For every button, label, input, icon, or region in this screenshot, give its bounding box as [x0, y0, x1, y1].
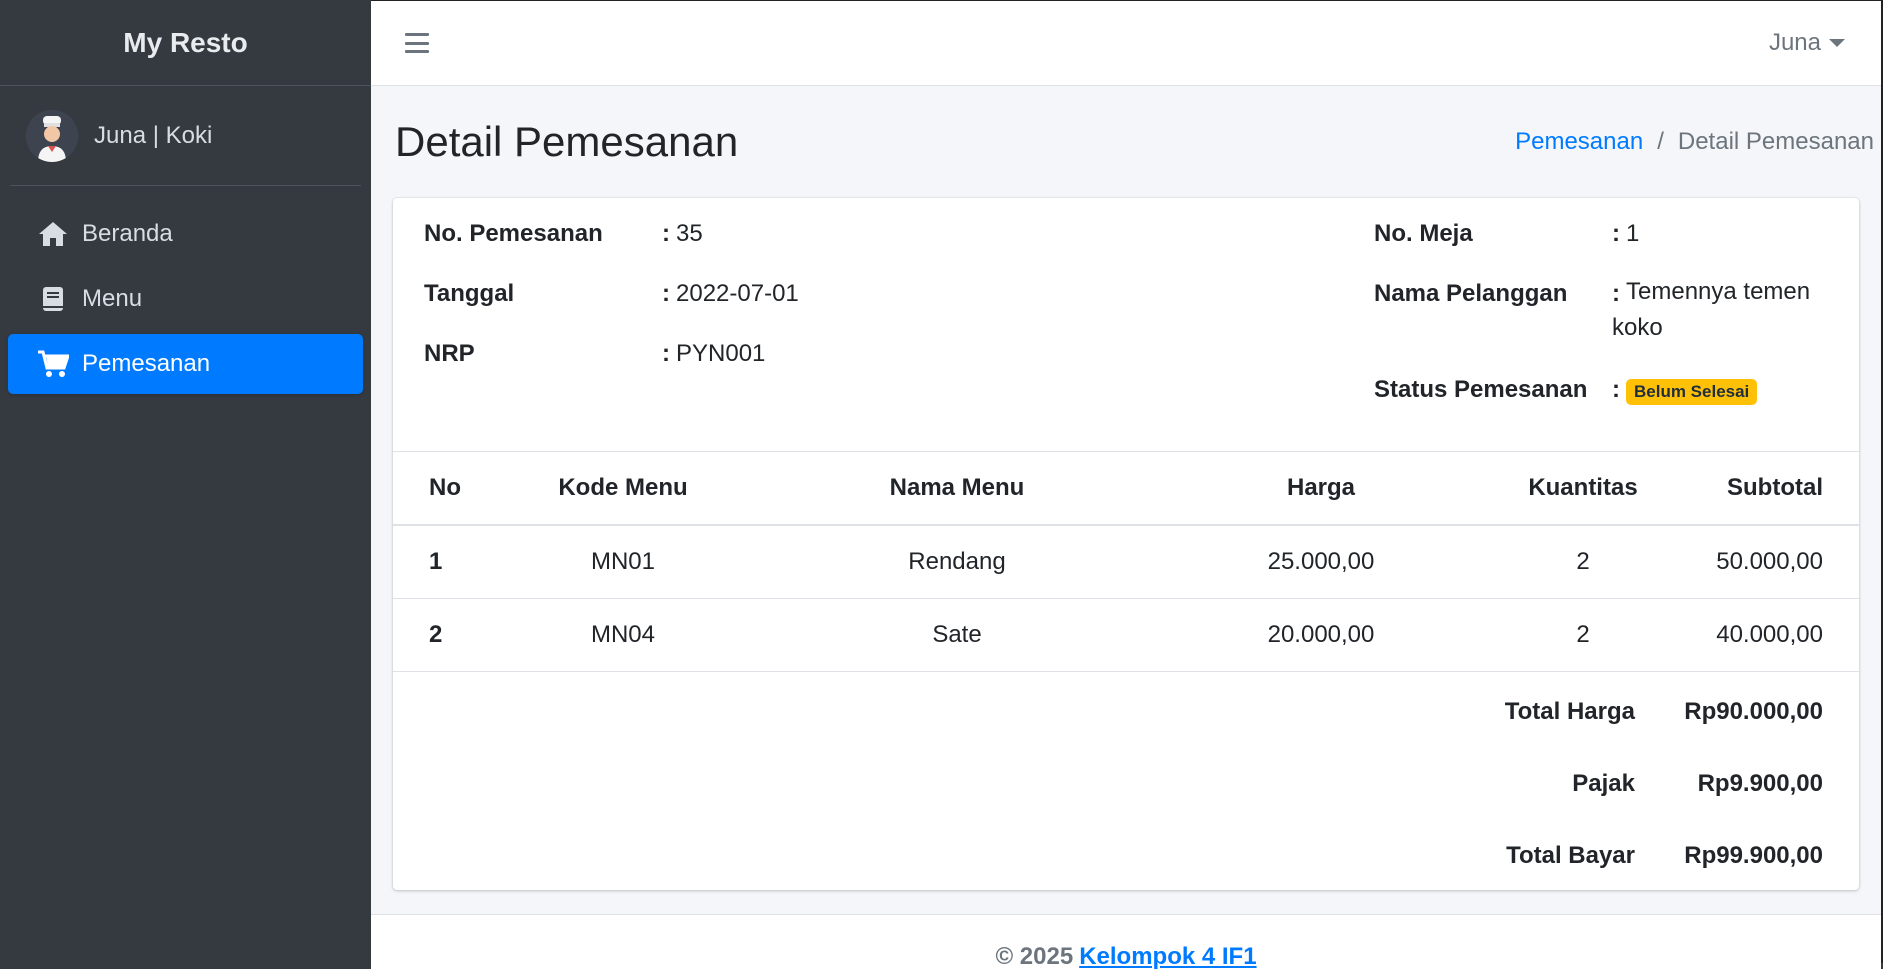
col-header-no: No: [393, 452, 523, 526]
pajak-value: Rp9.900,00: [1697, 769, 1823, 797]
cell-harga: 25.000,00: [1191, 525, 1451, 599]
colon: :: [1612, 376, 1620, 403]
colon: :: [1612, 220, 1620, 247]
table-no-label: No. Meja: [1374, 220, 1473, 247]
breadcrumb-separator: /: [1657, 128, 1664, 155]
order-nrp-value: PYN001: [676, 340, 766, 367]
content-wrapper: Juna Detail Pemesanan Pemesanan / Detail…: [371, 0, 1883, 969]
cell-no: 1: [393, 525, 523, 599]
cell-nama-menu: Sate: [723, 598, 1191, 672]
user-panel: Juna | Koki: [10, 86, 361, 186]
customer-value: Temennya temen koko: [1612, 274, 1811, 346]
table-row: 2 MN04 Sate 20.000,00 2 40.000,00: [393, 598, 1859, 672]
footer: © 2025 Kelompok 4 IF1: [371, 914, 1881, 969]
sidebar-nav: Beranda Menu Pemesanan: [0, 186, 371, 394]
user-dropdown[interactable]: Juna: [1769, 29, 1845, 57]
brand-text: My Resto: [123, 26, 248, 58]
order-date-value: 2022-07-01: [676, 280, 799, 307]
sidebar-item-beranda[interactable]: Beranda: [8, 204, 363, 264]
cell-subtotal: 50.000,00: [1715, 525, 1859, 599]
customer-value-line2: koko: [1612, 314, 1663, 341]
order-detail-card: No. Pemesanan : 35 Tanggal : 2022-07-01 …: [393, 198, 1859, 890]
content-header: Detail Pemesanan Pemesanan / Detail Peme…: [371, 86, 1881, 198]
breadcrumb-link-pemesanan[interactable]: Pemesanan: [1515, 128, 1643, 156]
cell-no: 2: [393, 598, 523, 672]
order-no-row: No. Pemesanan : 35: [424, 220, 703, 248]
table-header-row: No Kode Menu Nama Menu Harga Kuantitas S…: [393, 452, 1859, 526]
cell-harga: 20.000,00: [1191, 598, 1451, 672]
customer-row: Nama Pelanggan : Temennya temen koko: [1374, 278, 1810, 346]
table-no-value: 1: [1626, 220, 1640, 247]
total-harga-label: Total Harga: [1504, 697, 1635, 725]
order-date-label: Tanggal: [424, 280, 515, 307]
breadcrumb: Pemesanan / Detail Pemesanan: [1515, 128, 1874, 156]
cell-nama-menu: Rendang: [723, 525, 1191, 599]
pajak-label: Pajak: [1572, 769, 1635, 797]
colon: :: [662, 220, 670, 247]
top-navbar: Juna: [371, 1, 1881, 86]
breadcrumb-current: Detail Pemesanan: [1677, 128, 1874, 155]
sidebar-item-menu[interactable]: Menu: [8, 269, 363, 329]
footer-team-link[interactable]: Kelompok 4 IF1: [1079, 943, 1256, 969]
customer-label: Nama Pelanggan: [1374, 280, 1568, 307]
caret-down-icon: [1829, 39, 1845, 47]
menu-toggle-icon[interactable]: [405, 33, 429, 53]
col-header-nama-menu: Nama Menu: [723, 452, 1191, 526]
status-row: Status Pemesanan : Belum Selesai: [1374, 376, 1758, 405]
totals-section: Total Harga Rp90.000,00 Pajak Rp9.900,00…: [393, 672, 1859, 892]
sidebar-item-label: Pemesanan: [82, 350, 211, 377]
book-icon: [36, 282, 70, 316]
sidebar: My Resto Juna | Koki Beranda Menu Pemesa…: [0, 0, 371, 969]
page-title: Detail Pemesanan: [395, 118, 739, 165]
total-harga-value: Rp90.000,00: [1684, 697, 1823, 725]
footer-copyright: © 2025: [995, 943, 1074, 969]
total-bayar-label: Total Bayar: [1506, 841, 1635, 869]
cell-subtotal: 40.000,00: [1715, 598, 1859, 672]
cell-kode-menu: MN01: [523, 525, 723, 599]
cell-kuantitas: 2: [1451, 525, 1715, 599]
order-info: No. Pemesanan : 35 Tanggal : 2022-07-01 …: [393, 198, 1859, 452]
pajak-row: Pajak Rp9.900,00: [393, 748, 1859, 820]
status-badge: Belum Selesai: [1626, 379, 1758, 405]
total-harga-row: Total Harga Rp90.000,00: [393, 676, 1859, 748]
sidebar-item-pemesanan[interactable]: Pemesanan: [8, 334, 363, 394]
sidebar-user-name[interactable]: Juna | Koki: [94, 122, 212, 150]
cart-icon: [36, 347, 70, 381]
col-header-harga: Harga: [1191, 452, 1451, 526]
home-icon: [36, 217, 70, 251]
user-dropdown-label: Juna: [1768, 29, 1821, 56]
colon: :: [662, 280, 670, 307]
total-bayar-value: Rp99.900,00: [1684, 841, 1823, 869]
cell-kuantitas: 2: [1451, 598, 1715, 672]
table-no-row: No. Meja : 1: [1374, 220, 1639, 248]
col-header-kode-menu: Kode Menu: [523, 452, 723, 526]
chef-avatar-icon: [26, 109, 78, 162]
sidebar-item-label: Beranda: [82, 220, 173, 247]
col-header-subtotal: Subtotal: [1715, 452, 1859, 526]
colon: :: [662, 340, 670, 367]
order-items-table: No Kode Menu Nama Menu Harga Kuantitas S…: [393, 452, 1859, 672]
order-nrp-row: NRP : PYN001: [424, 340, 765, 368]
brand-link[interactable]: My Resto: [0, 0, 371, 86]
order-date-row: Tanggal : 2022-07-01: [424, 280, 799, 308]
table-row: 1 MN01 Rendang 25.000,00 2 50.000,00: [393, 525, 1859, 599]
order-nrp-label: NRP: [424, 340, 475, 367]
order-no-label: No. Pemesanan: [424, 220, 603, 247]
cell-kode-menu: MN04: [523, 598, 723, 672]
customer-value-line1: Temennya temen: [1626, 278, 1811, 305]
sidebar-item-label: Menu: [82, 285, 143, 312]
status-label: Status Pemesanan: [1374, 376, 1588, 403]
order-no-value: 35: [676, 220, 703, 247]
total-bayar-row: Total Bayar Rp99.900,00: [393, 820, 1859, 892]
col-header-kuantitas: Kuantitas: [1451, 452, 1715, 526]
